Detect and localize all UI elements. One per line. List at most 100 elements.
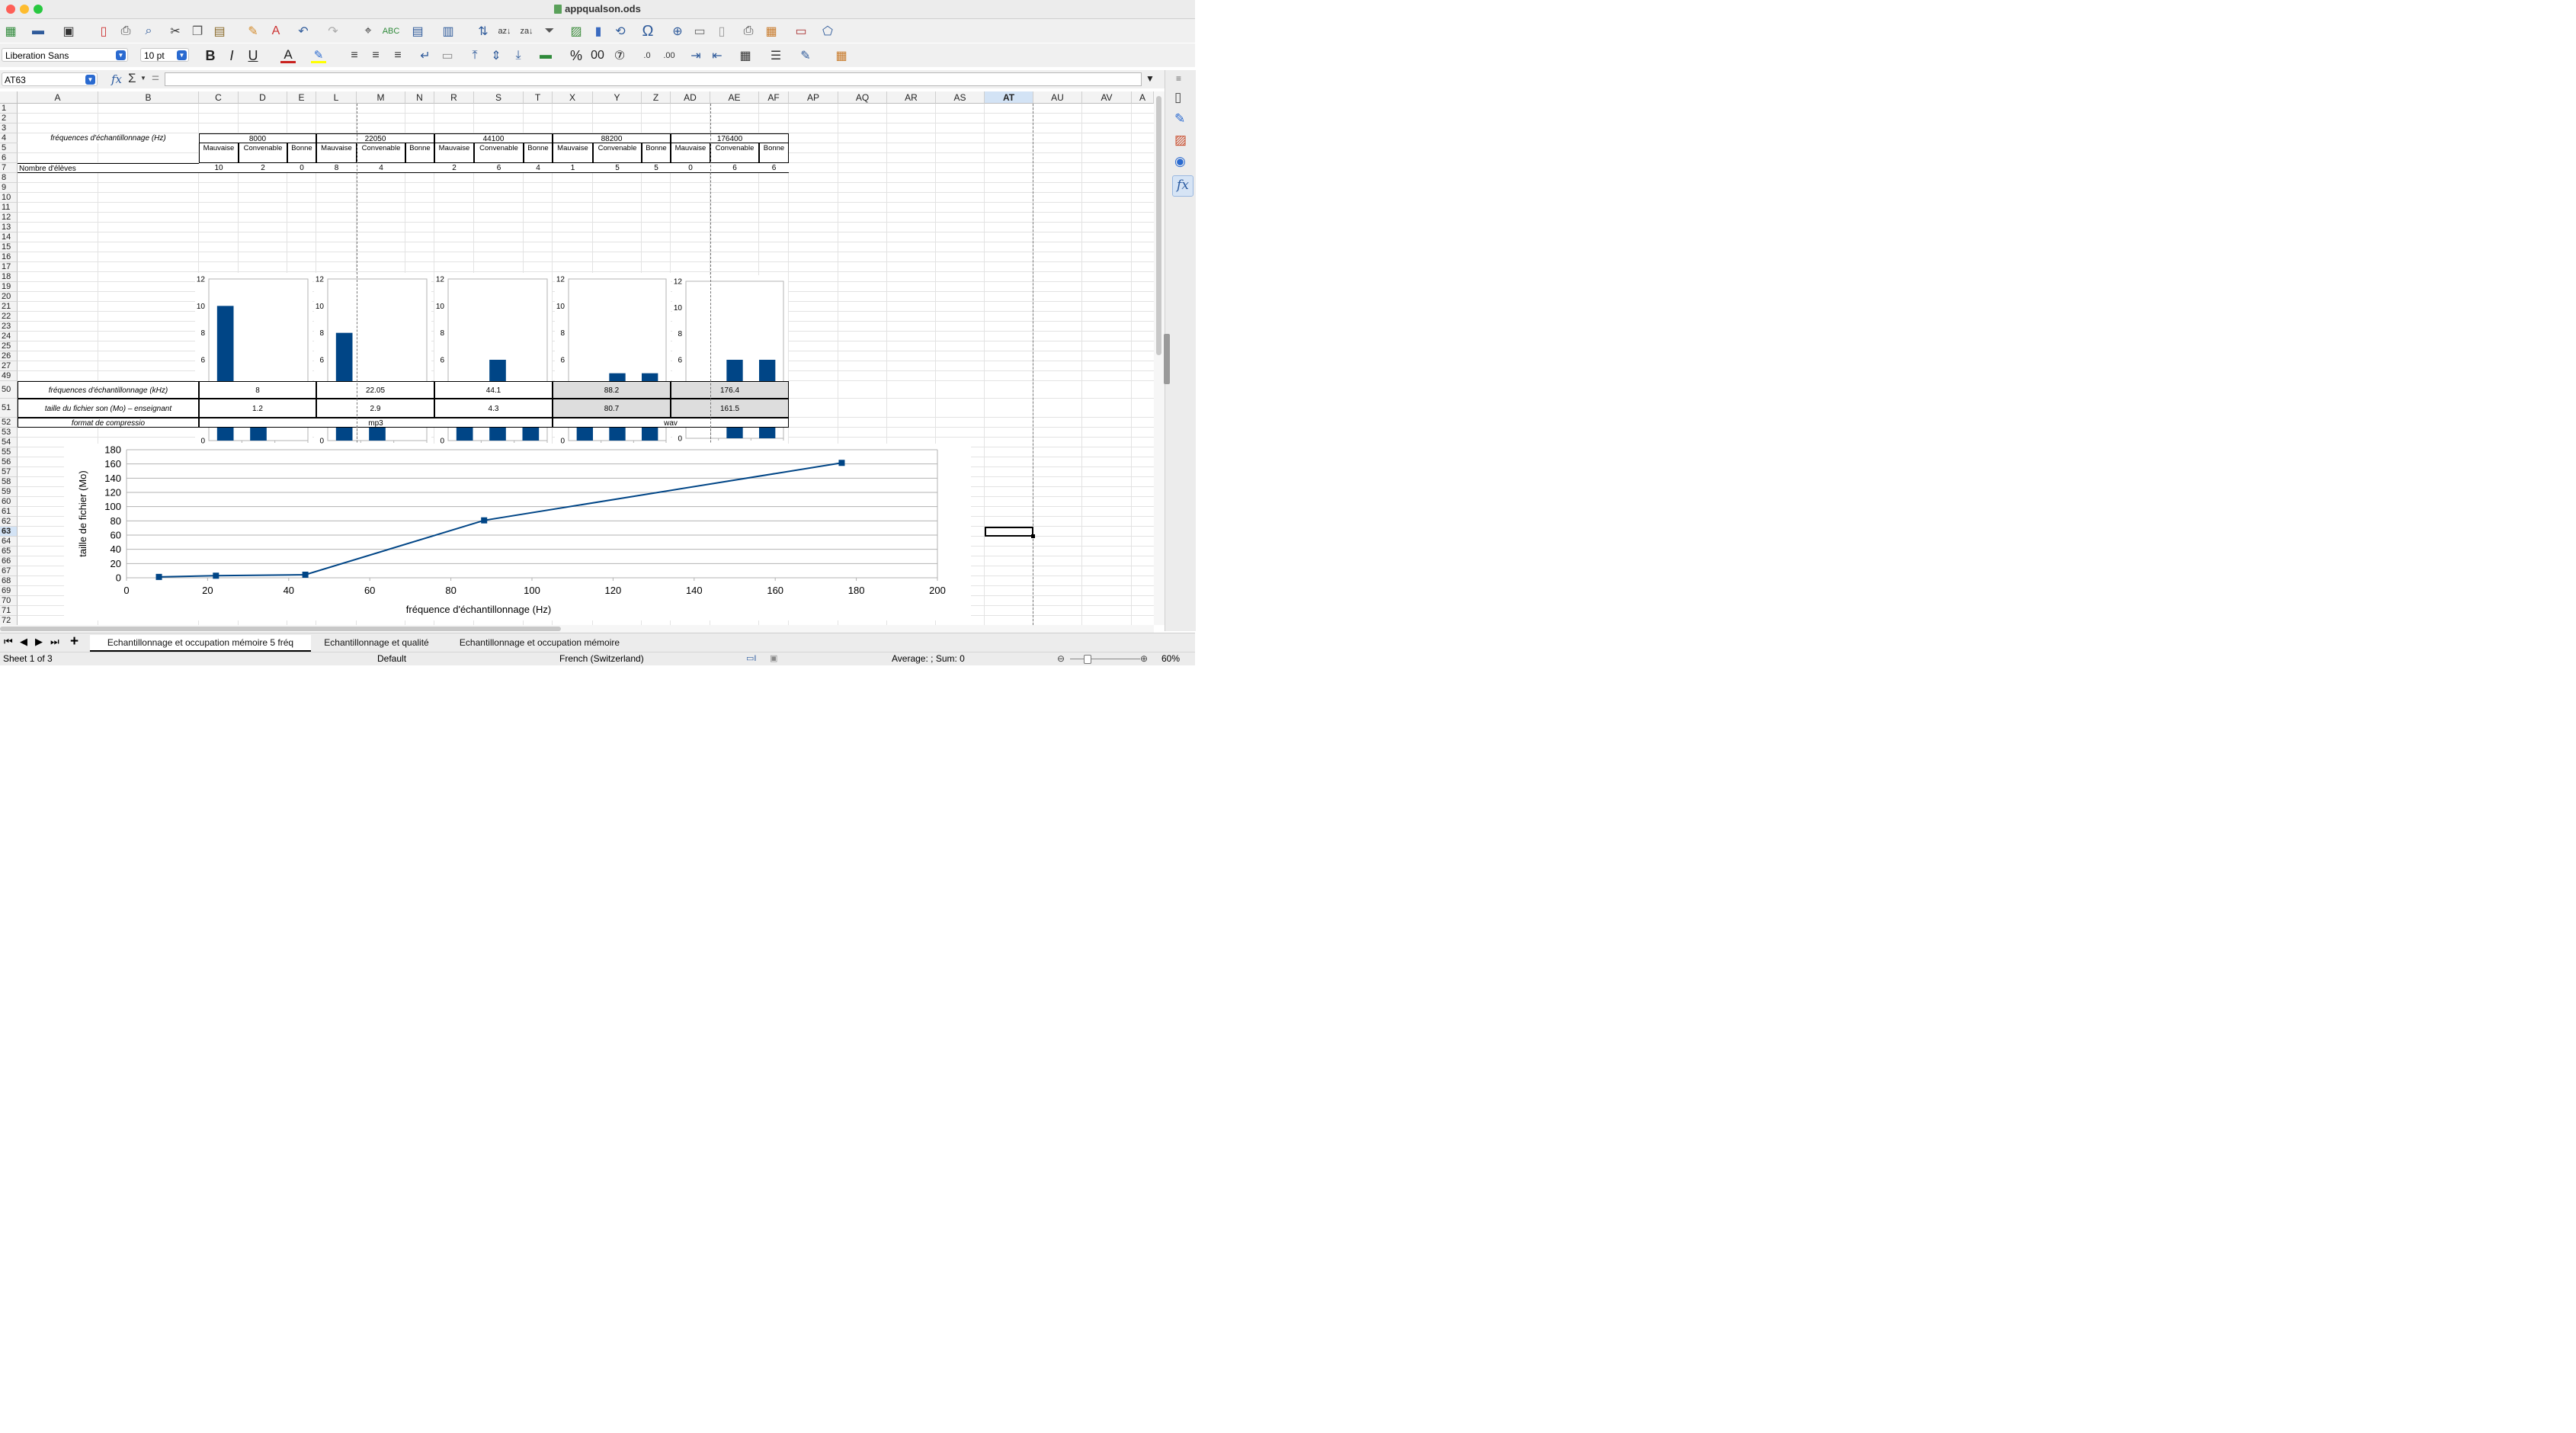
column-header[interactable]: AP — [789, 91, 838, 104]
print-preview-icon[interactable]: ⌕ — [141, 24, 156, 39]
find-replace-icon[interactable]: ⌖ — [360, 24, 376, 39]
first-sheet-button[interactable]: ⏮ — [4, 636, 13, 648]
column-header[interactable]: AE — [710, 91, 759, 104]
series-line[interactable] — [159, 462, 842, 578]
column-header[interactable]: M — [357, 91, 405, 104]
row-header[interactable]: 23 — [0, 322, 18, 332]
row-header[interactable]: 49 — [0, 371, 18, 381]
row-header[interactable]: 24 — [0, 332, 18, 341]
formula-icon[interactable]: = — [152, 71, 159, 86]
font-color-icon[interactable]: A — [280, 47, 296, 63]
column-header[interactable]: AS — [936, 91, 985, 104]
bar[interactable] — [576, 427, 593, 441]
row-header[interactable]: 25 — [0, 341, 18, 351]
language[interactable]: French (Switzerland) — [559, 652, 644, 665]
delete-decimal-button[interactable]: .00 — [662, 48, 677, 63]
save-icon[interactable]: ▣ — [61, 24, 76, 39]
decrease-indent-icon[interactable]: ⇤ — [710, 48, 725, 63]
align-top-icon[interactable]: ⤒ — [467, 48, 482, 63]
column-header[interactable]: Z — [642, 91, 671, 104]
column-header[interactable]: AT — [985, 91, 1033, 104]
row-header[interactable]: 9 — [0, 183, 18, 193]
column-header[interactable]: D — [239, 91, 287, 104]
special-character-icon[interactable]: Ω — [640, 23, 655, 40]
row-header[interactable]: 71 — [0, 606, 18, 616]
line-chart[interactable]: 0 20 40 60 80 100 120 140 160 180 0 20 40 60 80 100 120 1… — [64, 444, 971, 620]
data-point[interactable] — [302, 571, 309, 578]
functions-icon[interactable]: fx — [1172, 175, 1193, 197]
export-pdf-icon[interactable]: ▯ — [96, 24, 111, 39]
define-print-area-icon[interactable]: ⎙ — [741, 24, 756, 39]
show-draw-functions-icon[interactable]: ⬠ — [820, 24, 835, 39]
vertical-scroll-thumb[interactable] — [1156, 96, 1161, 355]
select-all-corner[interactable] — [0, 91, 18, 104]
row-icon[interactable]: ▤ — [410, 24, 425, 39]
zoom-in-icon[interactable]: ⊕ — [1140, 652, 1148, 665]
column-icon[interactable]: ▥ — [441, 24, 456, 39]
clear-formatting-icon[interactable]: A — [268, 24, 284, 39]
row-header[interactable]: 17 — [0, 262, 18, 272]
insert-chart-icon[interactable]: ▮ — [591, 24, 606, 39]
row-header[interactable]: 62 — [0, 517, 18, 527]
currency-icon[interactable]: ▬ — [538, 48, 553, 63]
spelling-icon[interactable]: ABC — [383, 24, 400, 39]
hyperlink-icon[interactable]: ⊕ — [670, 24, 685, 39]
border-style-icon[interactable]: ☰ — [768, 48, 783, 63]
row-header[interactable]: 56 — [0, 457, 18, 467]
print-icon[interactable]: ⎙ — [118, 24, 133, 39]
row-header[interactable]: 55 — [0, 447, 18, 457]
increase-indent-icon[interactable]: ⇥ — [688, 48, 703, 63]
spreadsheet-grid[interactable]: A B C D E L M N R S T X Y Z AD AE AF AP AQ AR AS AT AU AV A 1 2 3 4 5… — [0, 91, 1154, 625]
data-point[interactable] — [155, 573, 162, 580]
row-header[interactable]: 8 — [0, 173, 18, 183]
row-header[interactable]: 63 — [0, 527, 18, 537]
comment-icon[interactable]: ▭ — [692, 24, 707, 39]
borders-icon[interactable]: ▦ — [738, 48, 753, 63]
add-decimal-button[interactable]: .0 — [639, 48, 655, 63]
row-header[interactable]: 66 — [0, 556, 18, 566]
vertical-scrollbar[interactable] — [1154, 91, 1165, 625]
row-header[interactable]: 27 — [0, 361, 18, 371]
styles-icon[interactable]: ✎ — [1174, 111, 1185, 127]
row-header[interactable]: 13 — [0, 223, 18, 232]
chevron-down-icon[interactable]: ▼ — [140, 75, 146, 82]
chevron-down-icon[interactable]: ▼ — [85, 75, 95, 85]
column-header[interactable]: N — [405, 91, 434, 104]
row-header[interactable]: 54 — [0, 438, 18, 447]
autofilter-icon[interactable]: ⏷ — [542, 24, 557, 39]
align-bottom-icon[interactable]: ⤓ — [511, 48, 526, 63]
navigator-icon[interactable]: ◉ — [1174, 154, 1186, 169]
row-header[interactable]: 51 — [0, 399, 18, 418]
horizontal-scrollbar[interactable] — [0, 625, 1154, 633]
column-header[interactable]: AV — [1082, 91, 1132, 104]
percent-button[interactable]: % — [569, 48, 584, 63]
sort-descending-icon[interactable]: za↓ — [519, 24, 534, 39]
column-header[interactable]: AF — [759, 91, 789, 104]
row-header[interactable]: 69 — [0, 586, 18, 596]
row-header[interactable]: 21 — [0, 302, 18, 312]
row-header[interactable]: 20 — [0, 292, 18, 302]
sort-icon[interactable]: ⇅ — [476, 24, 491, 39]
insert-image-icon[interactable]: ▨ — [569, 24, 584, 39]
row-header[interactable]: 5 — [0, 143, 18, 153]
selection-mode-icon[interactable]: ▭I — [746, 652, 756, 665]
data-point[interactable] — [481, 517, 488, 524]
underline-button[interactable]: U — [245, 48, 261, 63]
row-header[interactable]: 7 — [0, 163, 18, 173]
undo-icon[interactable]: ↶ — [296, 24, 311, 39]
row-header[interactable]: 59 — [0, 487, 18, 497]
row-header[interactable]: 4 — [0, 133, 18, 143]
sort-ascending-icon[interactable]: az↓ — [497, 24, 512, 39]
next-sheet-button[interactable]: ▶ — [35, 636, 43, 648]
wrap-text-icon[interactable]: ↵ — [418, 48, 433, 63]
sum-icon[interactable]: Σ — [128, 71, 136, 86]
column-header[interactable]: S — [474, 91, 524, 104]
row-header[interactable]: 1 — [0, 104, 18, 114]
date-format-icon[interactable]: ⑦ — [612, 48, 627, 63]
last-sheet-button[interactable]: ⏭ — [50, 636, 59, 648]
cut-icon[interactable]: ✂ — [168, 24, 183, 39]
data-point[interactable] — [213, 572, 219, 579]
split-window-icon[interactable]: ▭ — [793, 24, 809, 39]
row-header[interactable]: 67 — [0, 566, 18, 576]
column-header[interactable]: Y — [593, 91, 642, 104]
